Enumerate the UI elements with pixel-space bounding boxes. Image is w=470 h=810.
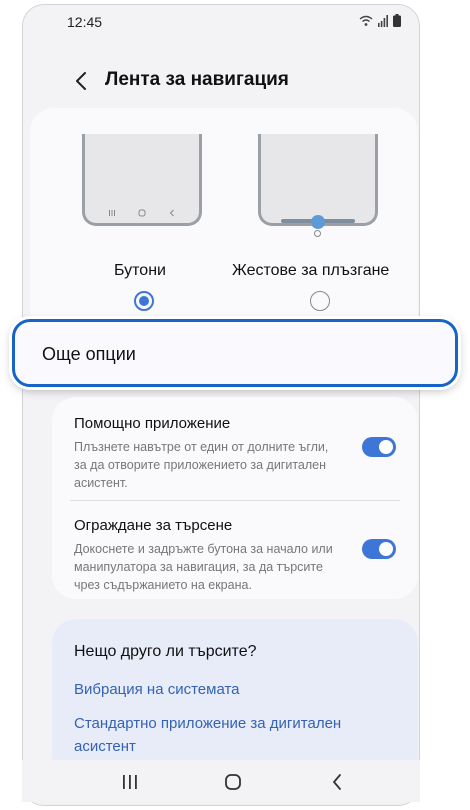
default-assistant-app-link[interactable]: Стандартно приложение за дигитален асист…	[74, 712, 374, 758]
search-card-title: Нещо друго ли търсите?	[74, 643, 257, 660]
settings-card: Помощно приложение Плъзнете навътре от е…	[52, 397, 418, 599]
gesture-hint-dot	[314, 230, 321, 237]
more-options-label: Още опции	[42, 344, 136, 364]
assistant-app-setting[interactable]: Помощно приложение Плъзнете навътре от е…	[52, 405, 418, 499]
home-mini-icon	[138, 209, 146, 217]
status-time: 12:45	[67, 14, 103, 30]
back-icon	[332, 774, 341, 790]
home-button[interactable]	[221, 770, 245, 794]
status-icons	[359, 14, 401, 27]
battery-icon	[393, 14, 401, 27]
back-button[interactable]	[67, 67, 95, 95]
looking-for-something-card: Нещо друго ли търсите? Вибрация на систе…	[52, 619, 418, 779]
setting-title: Ограждане за търсене	[74, 517, 233, 534]
circle-to-search-setting[interactable]: Ограждане за търсене Докоснете и задръжт…	[52, 507, 418, 601]
setting-description: Плъзнете навътре от един от долните ъгли…	[74, 440, 329, 490]
wifi-icon	[359, 15, 373, 26]
buttons-radio[interactable]	[134, 291, 154, 311]
back-nav-button[interactable]	[325, 770, 349, 794]
navigation-type-card: Бутони Жестове за плъзгане	[30, 108, 418, 348]
more-options-button[interactable]: Още опции	[12, 319, 458, 387]
gestures-preview[interactable]	[258, 134, 378, 229]
gesture-touch-indicator	[311, 215, 325, 229]
chevron-left-icon	[76, 72, 86, 90]
system-vibration-link[interactable]: Вибрация на системата	[74, 678, 240, 701]
status-bar: 12:45	[23, 5, 419, 37]
divider	[70, 500, 400, 501]
home-icon	[225, 774, 241, 790]
gestures-option-label: Жестове за плъзгане	[232, 262, 390, 279]
gestures-radio[interactable]	[310, 291, 330, 311]
assistant-app-toggle[interactable]	[362, 437, 396, 457]
signal-icon	[378, 14, 388, 27]
header: Лента за навигация	[23, 61, 419, 101]
buttons-option-label: Бутони	[114, 262, 166, 279]
buttons-preview[interactable]	[82, 134, 202, 226]
back-mini-icon	[169, 209, 174, 217]
system-nav-bar	[22, 760, 420, 802]
setting-title: Помощно приложение	[74, 415, 231, 432]
page-title: Лента за навигация	[105, 69, 289, 90]
recents-mini-icon	[109, 210, 115, 216]
setting-description: Докоснете и задръжте бутона за начало ил…	[74, 542, 333, 592]
recents-button[interactable]	[118, 770, 142, 794]
mini-nav-buttons	[85, 209, 199, 217]
recents-icon	[123, 775, 137, 789]
circle-to-search-toggle[interactable]	[362, 539, 396, 559]
